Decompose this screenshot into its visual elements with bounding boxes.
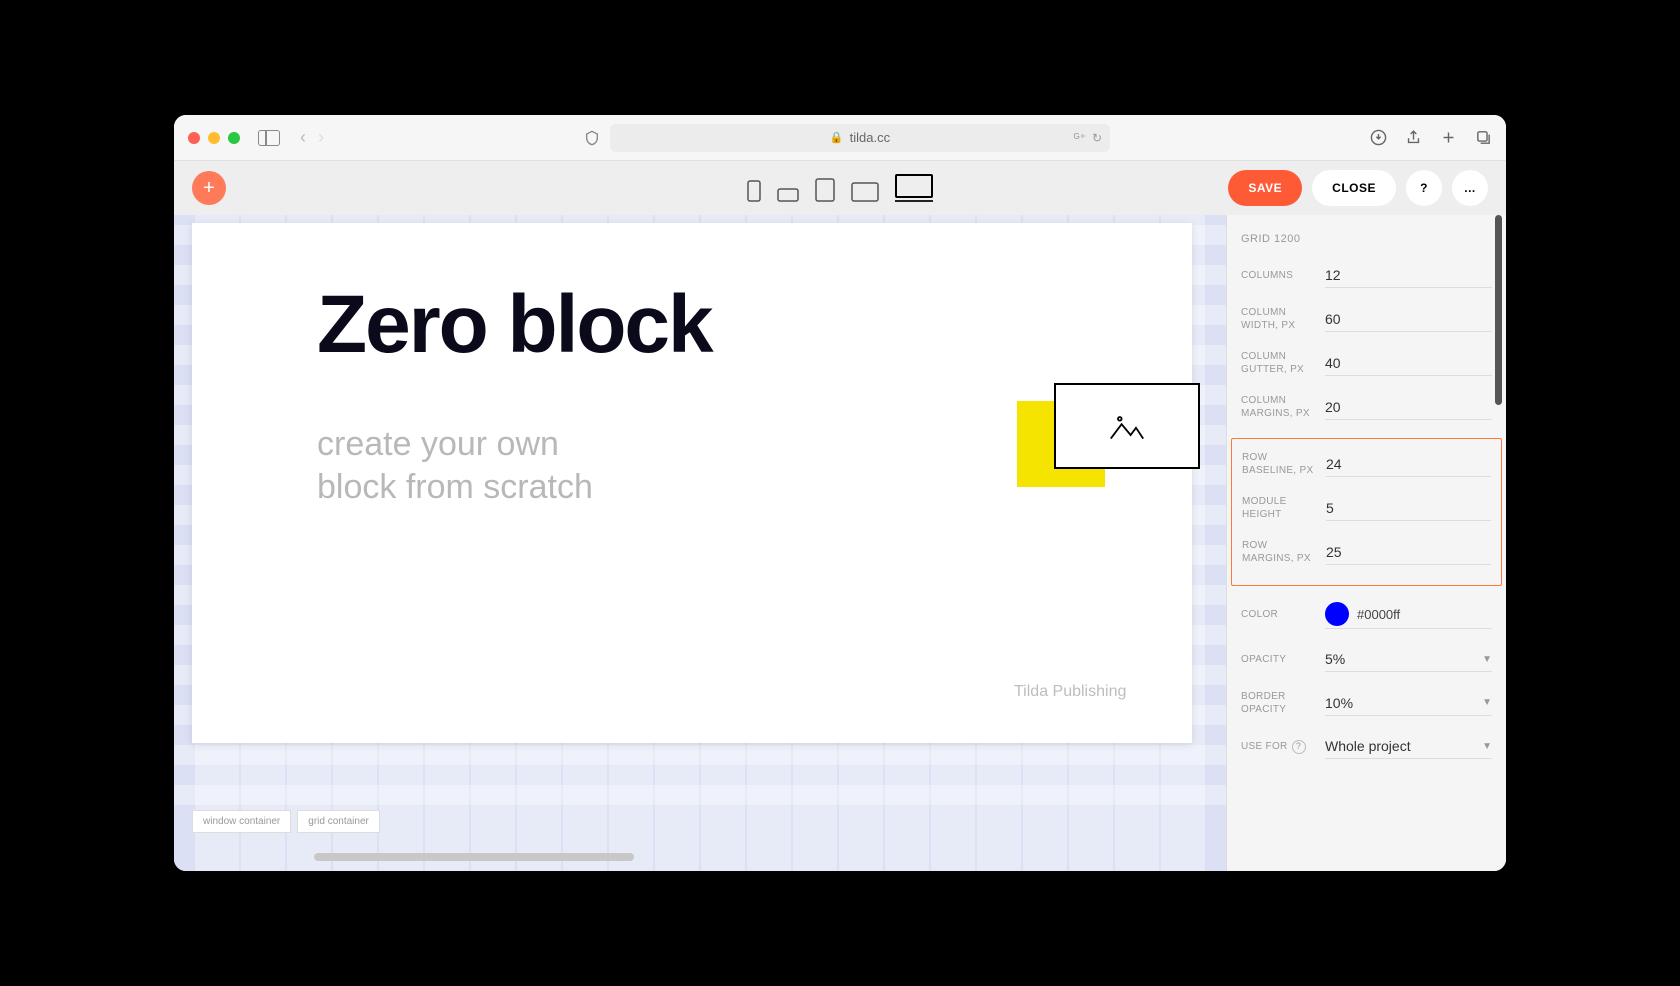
color-label: COLOR — [1241, 608, 1315, 621]
lock-icon: 🔒 — [830, 131, 844, 144]
close-window-button[interactable] — [188, 132, 200, 144]
device-tablet-landscape-icon[interactable] — [851, 182, 879, 202]
opacity-label: OPACITY — [1241, 653, 1315, 666]
column-gutter-input[interactable]: 40 — [1325, 351, 1492, 376]
use-for-row: USE FOR? Whole project ▼ — [1241, 734, 1492, 759]
device-switcher — [747, 174, 933, 202]
row-margins-row: ROW MARGINS, PX 25 — [1242, 539, 1491, 565]
device-phone-icon[interactable] — [747, 180, 761, 202]
close-button[interactable]: CLOSE — [1312, 170, 1396, 206]
url-text: tilda.cc — [850, 130, 890, 145]
module-height-input[interactable]: 5 — [1326, 496, 1491, 521]
chevron-down-icon: ▼ — [1482, 697, 1492, 708]
save-button[interactable]: SAVE — [1228, 170, 1302, 206]
publisher-label[interactable]: Tilda Publishing — [1014, 683, 1126, 701]
help-icon[interactable]: ? — [1292, 740, 1306, 754]
new-tab-icon[interactable] — [1440, 129, 1457, 146]
reload-icon[interactable]: ↻ — [1092, 131, 1102, 145]
canvas-artboard[interactable]: Zero block create your own block from sc… — [192, 223, 1192, 743]
opacity-select[interactable]: 5% ▼ — [1325, 647, 1492, 672]
grid-container-tab[interactable]: grid container — [297, 810, 380, 833]
columns-input[interactable]: 12 — [1325, 263, 1492, 288]
column-width-row: COLUMN WIDTH, PX 60 — [1241, 306, 1492, 332]
chevron-down-icon: ▼ — [1482, 654, 1492, 665]
address-wrap: 🔒 tilda.cc ᴳ⁺ ↻ — [334, 124, 1360, 152]
window-container-tab[interactable]: window container — [192, 810, 291, 833]
row-margins-input[interactable]: 25 — [1326, 540, 1491, 565]
row-baseline-input[interactable]: 24 — [1326, 452, 1491, 477]
device-phone-landscape-icon[interactable] — [777, 188, 799, 202]
sidebar-toggle-icon[interactable] — [258, 130, 280, 146]
tabs-icon[interactable] — [1475, 129, 1492, 146]
back-button[interactable]: ‹ — [300, 127, 306, 148]
add-block-button[interactable]: + — [192, 171, 226, 205]
app-toolbar: + SAVE CLOSE ? ... — [174, 161, 1506, 215]
translate-icon[interactable]: ᴳ⁺ — [1074, 131, 1086, 145]
chevron-down-icon: ▼ — [1482, 741, 1492, 752]
image-icon — [1109, 411, 1145, 441]
use-for-label: USE FOR? — [1241, 740, 1315, 754]
image-placeholder[interactable] — [1054, 383, 1200, 469]
column-margins-input[interactable]: 20 — [1325, 395, 1492, 420]
opacity-row: OPACITY 5% ▼ — [1241, 647, 1492, 672]
column-width-label: COLUMN WIDTH, PX — [1241, 306, 1315, 332]
address-actions: ᴳ⁺ ↻ — [1074, 131, 1102, 145]
columns-row: COLUMNS 12 — [1241, 263, 1492, 288]
browser-actions — [1370, 129, 1492, 146]
row-baseline-row: ROW BASELINE, PX 24 — [1242, 451, 1491, 477]
workspace: Zero block create your own block from sc… — [174, 215, 1506, 871]
columns-label: COLUMNS — [1241, 269, 1315, 282]
hero-subtitle[interactable]: create your own block from scratch — [317, 423, 593, 508]
properties-panel: GRID 1200 COLUMNS 12 COLUMN WIDTH, PX 60… — [1226, 215, 1506, 871]
border-opacity-select[interactable]: 10% ▼ — [1325, 691, 1492, 716]
horizontal-scrollbar[interactable] — [314, 853, 634, 861]
device-tablet-icon[interactable] — [815, 178, 835, 202]
downloads-icon[interactable] — [1370, 129, 1387, 146]
window-controls — [188, 132, 240, 144]
border-opacity-label: BORDER OPACITY — [1241, 690, 1315, 716]
column-margins-label: COLUMN MARGINS, PX — [1241, 394, 1315, 420]
toolbar-right: SAVE CLOSE ? ... — [1228, 170, 1488, 206]
row-margins-label: ROW MARGINS, PX — [1242, 539, 1316, 565]
panel-header: GRID 1200 — [1241, 233, 1492, 245]
module-height-label: MODULE HEIGHT — [1242, 495, 1316, 521]
border-opacity-row: BORDER OPACITY 10% ▼ — [1241, 690, 1492, 716]
browser-chrome: ‹ › 🔒 tilda.cc ᴳ⁺ ↻ — [174, 115, 1506, 161]
row-baseline-label: ROW BASELINE, PX — [1242, 451, 1316, 477]
privacy-shield-icon[interactable] — [584, 130, 600, 146]
column-width-input[interactable]: 60 — [1325, 307, 1492, 332]
browser-window: ‹ › 🔒 tilda.cc ᴳ⁺ ↻ + — [174, 115, 1506, 871]
use-for-select[interactable]: Whole project ▼ — [1325, 734, 1492, 759]
canvas-area[interactable]: Zero block create your own block from sc… — [174, 215, 1226, 871]
minimize-window-button[interactable] — [208, 132, 220, 144]
nav-arrows: ‹ › — [300, 127, 324, 148]
share-icon[interactable] — [1405, 129, 1422, 146]
hero-title[interactable]: Zero block — [317, 278, 712, 372]
color-swatch[interactable] — [1325, 602, 1349, 626]
forward-button[interactable]: › — [318, 127, 324, 148]
maximize-window-button[interactable] — [228, 132, 240, 144]
row-settings-highlight: ROW BASELINE, PX 24 MODULE HEIGHT 5 ROW … — [1231, 438, 1502, 586]
column-gutter-row: COLUMN GUTTER, PX 40 — [1241, 350, 1492, 376]
column-gutter-label: COLUMN GUTTER, PX — [1241, 350, 1315, 376]
address-bar[interactable]: 🔒 tilda.cc ᴳ⁺ ↻ — [610, 124, 1110, 152]
device-desktop-icon[interactable] — [895, 174, 933, 202]
color-value-input[interactable]: #0000ff — [1357, 607, 1400, 622]
vertical-scrollbar[interactable] — [1495, 215, 1502, 405]
container-labels: window container grid container — [192, 810, 380, 833]
color-row: COLOR #0000ff — [1241, 600, 1492, 629]
more-button[interactable]: ... — [1452, 170, 1488, 206]
module-height-row: MODULE HEIGHT 5 — [1242, 495, 1491, 521]
column-margins-row: COLUMN MARGINS, PX 20 — [1241, 394, 1492, 420]
help-button[interactable]: ? — [1406, 170, 1442, 206]
